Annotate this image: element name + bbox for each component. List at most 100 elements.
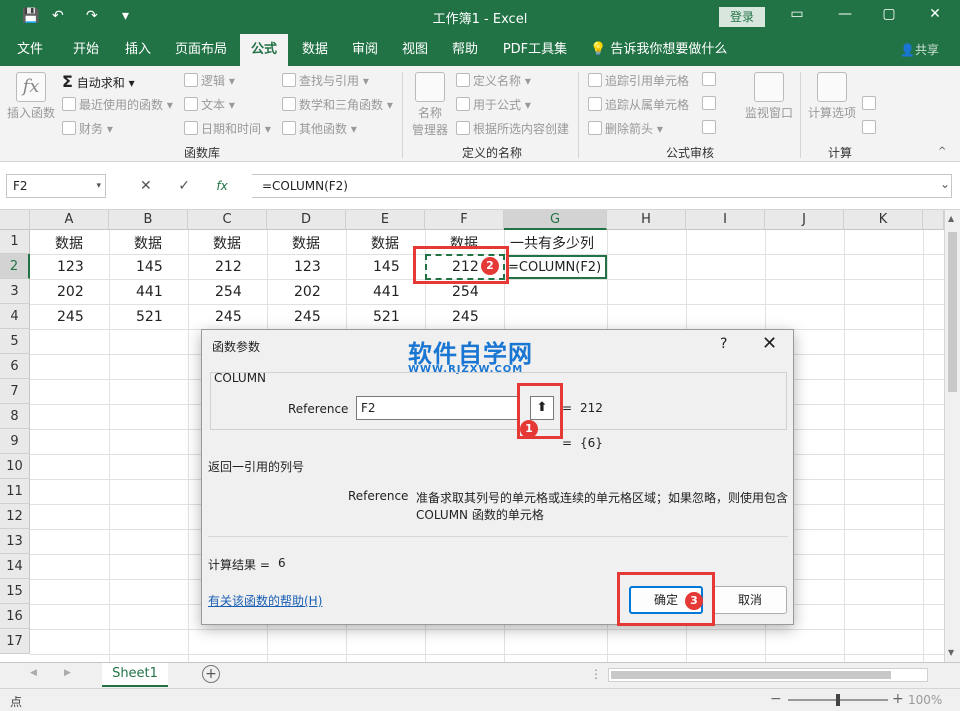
share-button[interactable]: 👤共享 — [900, 34, 939, 66]
zoom-out-icon[interactable]: − — [770, 691, 782, 707]
scroll-thumb[interactable] — [948, 232, 957, 392]
name-manager-button[interactable]: 名称 管理器 — [408, 72, 452, 138]
cell-d2[interactable]: 123 — [294, 259, 321, 275]
add-sheet-icon[interactable]: + — [202, 665, 220, 683]
more-functions-button[interactable]: 其他函数 ▾ — [282, 120, 357, 137]
enter-icon[interactable]: ✓ — [178, 178, 190, 194]
lookup-button[interactable]: 查找与引用 ▾ — [282, 72, 369, 89]
cell-b1[interactable]: 数据 — [134, 233, 162, 253]
cell-c4[interactable]: 245 — [215, 309, 242, 325]
close-icon[interactable]: ✕ — [762, 333, 777, 354]
logical-button[interactable]: 逻辑 ▾ — [184, 72, 235, 89]
tab-review[interactable]: 审阅 — [342, 34, 388, 66]
calculate-now-icon[interactable] — [862, 96, 876, 110]
cell-b2[interactable]: 145 — [136, 259, 163, 275]
define-name-button[interactable]: 定义名称 ▾ — [456, 72, 531, 89]
select-all-corner[interactable] — [0, 210, 30, 230]
cell-g1[interactable]: 一共有多少列 — [510, 233, 594, 253]
row-header-8[interactable]: 8 — [0, 404, 30, 429]
row-header-10[interactable]: 10 — [0, 454, 30, 479]
ribbon-display-icon[interactable]: ▭ — [786, 6, 808, 22]
tab-data[interactable]: 数据 — [292, 34, 338, 66]
error-checking-icon[interactable] — [702, 96, 716, 110]
zoom-slider-thumb[interactable] — [836, 694, 840, 706]
cell-a4[interactable]: 245 — [57, 309, 84, 325]
col-header-c[interactable]: C — [188, 210, 267, 230]
tab-page-layout[interactable]: 页面布局 — [166, 34, 236, 66]
cancel-button[interactable]: 取消 — [713, 586, 787, 614]
zoom-in-icon[interactable]: + — [892, 691, 904, 707]
col-header-d[interactable]: D — [267, 210, 346, 230]
tab-pdf-tools[interactable]: PDF工具集 — [494, 34, 576, 66]
calculate-sheet-icon[interactable] — [862, 120, 876, 134]
trace-dependents-button[interactable]: 追踪从属单元格 — [588, 96, 689, 113]
next-sheet-icon[interactable]: ▶ — [64, 668, 71, 678]
row-header-5[interactable]: 5 — [0, 329, 30, 354]
row-header-11[interactable]: 11 — [0, 479, 30, 504]
cell-d4[interactable]: 245 — [294, 309, 321, 325]
row-header-6[interactable]: 6 — [0, 354, 30, 379]
col-header-e[interactable]: E — [346, 210, 425, 230]
row-header-17[interactable]: 17 — [0, 629, 30, 654]
help-icon[interactable]: ? — [720, 336, 727, 352]
login-button[interactable]: 登录 — [719, 7, 765, 27]
cell-e4[interactable]: 521 — [373, 309, 400, 325]
col-header-k[interactable]: K — [844, 210, 923, 230]
chevron-down-icon[interactable]: ▾ — [96, 175, 101, 197]
financial-button[interactable]: 财务 ▾ — [62, 120, 113, 137]
recent-functions-button[interactable]: 最近使用的函数 ▾ — [62, 96, 173, 113]
minimize-icon[interactable]: — — [834, 6, 856, 22]
col-header-a[interactable]: A — [30, 210, 109, 230]
close-icon[interactable]: ✕ — [924, 6, 946, 22]
restore-icon[interactable]: ▢ — [878, 6, 900, 22]
col-header-h[interactable]: H — [607, 210, 686, 230]
text-button[interactable]: 文本 ▾ — [184, 96, 235, 113]
col-header-g[interactable]: G — [504, 210, 607, 230]
reference-input[interactable]: F2 — [356, 396, 520, 420]
cell-e1[interactable]: 数据 — [371, 233, 399, 253]
cell-b3[interactable]: 441 — [136, 284, 163, 300]
cancel-icon[interactable]: ✕ — [140, 178, 152, 194]
row-header-7[interactable]: 7 — [0, 379, 30, 404]
collapse-ribbon-icon[interactable]: ^ — [938, 146, 946, 157]
cell-a1[interactable]: 数据 — [55, 233, 83, 253]
tell-me-search[interactable]: 💡 告诉我你想要做什么 — [590, 34, 727, 66]
tab-formulas[interactable]: 公式 — [240, 34, 288, 66]
horizontal-scrollbar[interactable] — [608, 668, 928, 682]
tab-file[interactable]: 文件 — [8, 34, 52, 66]
zoom-slider[interactable] — [788, 694, 888, 706]
cell-b4[interactable]: 521 — [136, 309, 163, 325]
cell-a2[interactable]: 123 — [57, 259, 84, 275]
cell-c1[interactable]: 数据 — [213, 233, 241, 253]
tab-view[interactable]: 视图 — [392, 34, 438, 66]
show-formulas-icon[interactable] — [702, 72, 716, 86]
evaluate-formula-icon[interactable] — [702, 120, 716, 134]
row-header-2[interactable]: 2 — [0, 254, 30, 279]
horizontal-scroll-thumb[interactable] — [611, 671, 891, 679]
autosum-button[interactable]: Σ 自动求和 ▾ — [62, 72, 135, 91]
watch-window-button[interactable]: 监视窗口 — [742, 72, 796, 121]
tab-home[interactable]: 开始 — [62, 34, 110, 66]
cell-c3[interactable]: 254 — [215, 284, 242, 300]
name-box[interactable]: F2 ▾ — [6, 174, 106, 198]
row-header-9[interactable]: 9 — [0, 429, 30, 454]
remove-arrows-button[interactable]: 删除箭头 ▾ — [588, 120, 663, 137]
tab-help[interactable]: 帮助 — [442, 34, 488, 66]
cell-a3[interactable]: 202 — [57, 284, 84, 300]
col-header-l[interactable] — [923, 210, 944, 230]
function-help-link[interactable]: 有关该函数的帮助(H) — [208, 592, 322, 609]
row-header-3[interactable]: 3 — [0, 279, 30, 304]
cell-e2[interactable]: 145 — [373, 259, 400, 275]
prev-sheet-icon[interactable]: ◀ — [30, 668, 37, 678]
row-header-16[interactable]: 16 — [0, 604, 30, 629]
row-header-14[interactable]: 14 — [0, 554, 30, 579]
cell-d1[interactable]: 数据 — [292, 233, 320, 253]
col-header-j[interactable]: J — [765, 210, 844, 230]
cell-f3[interactable]: 254 — [452, 284, 479, 300]
tab-insert[interactable]: 插入 — [114, 34, 162, 66]
split-handle[interactable]: ⋮ — [590, 667, 602, 681]
cell-e3[interactable]: 441 — [373, 284, 400, 300]
fx-icon[interactable]: fx — [216, 179, 227, 193]
cell-c2[interactable]: 212 — [215, 259, 242, 275]
trace-precedents-button[interactable]: 追踪引用单元格 — [588, 72, 689, 89]
